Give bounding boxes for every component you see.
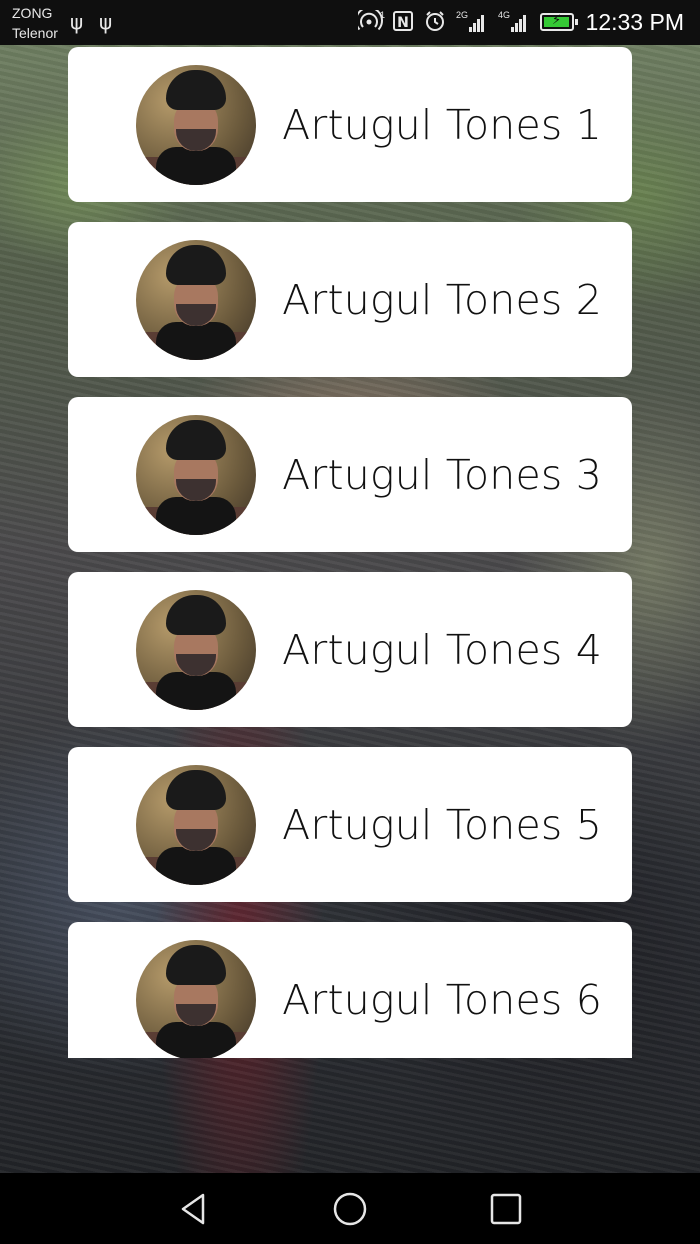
ertugrul-portrait-avatar <box>136 590 256 710</box>
ertugrul-portrait-avatar <box>136 940 256 1058</box>
app-screen: Artugul Tones 1 Artugul Tones 2 Artugul To… <box>0 0 700 1244</box>
hotspot-badge: 1 <box>380 10 385 20</box>
recents-icon[interactable] <box>488 1191 524 1227</box>
carrier-name-primary: ZONG <box>12 5 53 21</box>
signal-icon: 2G <box>456 10 486 32</box>
tone-list-item[interactable]: Artugul Tones 6 <box>68 922 632 1058</box>
nfc-icon: N <box>393 11 413 31</box>
clock: 12:33 PM <box>585 9 684 35</box>
tone-list-item[interactable]: Artugul Tones 2 <box>68 222 632 377</box>
tone-list-item[interactable]: Artugul Tones 3 <box>68 397 632 552</box>
hotspot-icon: 1 <box>355 6 386 37</box>
ertugrul-portrait-avatar <box>136 240 256 360</box>
tone-title: Artugul Tones 6 <box>282 975 602 1024</box>
ertugrul-portrait-avatar <box>136 415 256 535</box>
back-icon[interactable] <box>176 1191 212 1227</box>
signal-type-label: 2G <box>456 10 469 20</box>
tone-title: Artugul Tones 3 <box>282 450 602 499</box>
tone-list-item[interactable]: Artugul Tones 5 <box>68 747 632 902</box>
ertugrul-portrait-avatar <box>136 765 256 885</box>
navigation-bar <box>0 1173 700 1244</box>
signal-type-label: 4G <box>498 10 511 20</box>
ertugrul-portrait-avatar <box>136 65 256 185</box>
battery-charging-icon: ⚡ <box>540 13 578 31</box>
tone-list-item[interactable]: Artugul Tones 4 <box>68 572 632 727</box>
status-bar: ZONG Telenor ψ ψ 1 N 2G 4G ⚡ 12:33 PM <box>0 0 700 45</box>
signal-icon: 4G <box>498 10 528 32</box>
tone-list-item[interactable]: Artugul Tones 1 <box>68 47 632 202</box>
usb-icon: ψ <box>70 10 84 34</box>
carrier-name-secondary: Telenor <box>12 25 58 41</box>
usb-icon: ψ <box>99 10 113 34</box>
tone-title: Artugul Tones 5 <box>282 800 602 849</box>
tone-list[interactable]: Artugul Tones 1 Artugul Tones 2 Artugul To… <box>0 0 700 1058</box>
tone-title: Artugul Tones 2 <box>282 275 602 324</box>
tone-title: Artugul Tones 4 <box>282 625 602 674</box>
alarm-icon <box>424 10 446 37</box>
tone-title: Artugul Tones 1 <box>282 100 602 149</box>
home-icon[interactable] <box>332 1191 368 1227</box>
